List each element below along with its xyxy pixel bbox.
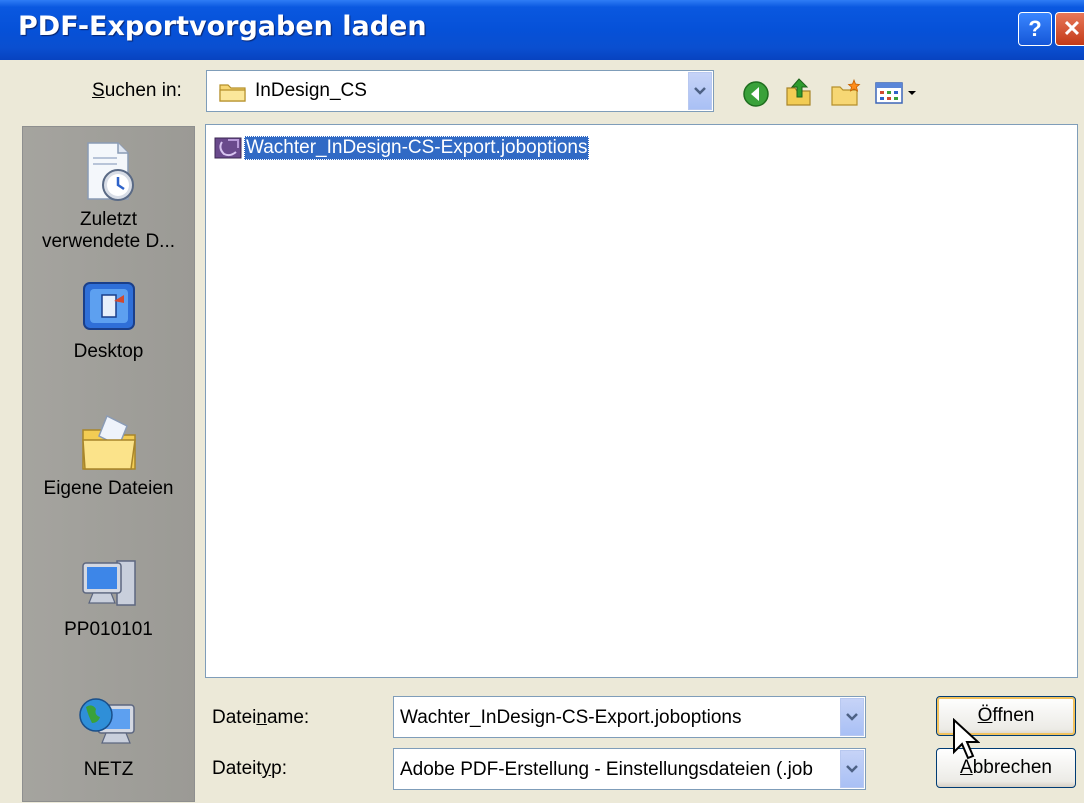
place-label: Desktop bbox=[73, 341, 144, 362]
place-label: Zuletzt bbox=[79, 209, 138, 230]
filetype-label: Dateityp: bbox=[212, 758, 287, 779]
file-open-dialog: PDF-Exportvorgaben laden ? ✕ Suchen in: … bbox=[0, 0, 1084, 803]
filetype-value: Adobe PDF-Erstellung - Einstellungsdatei… bbox=[400, 759, 813, 780]
filetype-dropdown-arrow[interactable] bbox=[840, 750, 864, 788]
place-label: NETZ bbox=[83, 759, 134, 780]
view-menu-icon[interactable] bbox=[874, 80, 920, 106]
close-icon: ✕ bbox=[1062, 16, 1082, 41]
new-folder-icon[interactable] bbox=[830, 78, 862, 108]
my-documents-icon bbox=[81, 414, 136, 470]
filename-input[interactable]: Wachter_InDesign-CS-Export.joboptions bbox=[400, 707, 741, 729]
window-title: PDF-Exportvorgaben laden bbox=[18, 11, 427, 42]
chevron-down-icon bbox=[846, 713, 858, 721]
list-item[interactable]: Wachter_InDesign-CS-Export.joboptions bbox=[214, 135, 590, 161]
file-list[interactable]: Wachter_InDesign-CS-Export.joboptions bbox=[205, 124, 1078, 678]
help-button[interactable]: ? bbox=[1018, 12, 1052, 46]
back-icon[interactable] bbox=[742, 80, 770, 108]
place-label: verwendete D... bbox=[41, 231, 176, 252]
desktop-icon bbox=[82, 282, 135, 330]
place-my-documents[interactable]: Eigene Dateien bbox=[23, 412, 194, 500]
filetype-dropdown[interactable]: Adobe PDF-Erstellung - Einstellungsdatei… bbox=[393, 748, 866, 790]
my-computer-icon bbox=[81, 560, 136, 606]
look-in-label: Suchen in: bbox=[92, 80, 182, 101]
chevron-down-icon bbox=[846, 765, 858, 773]
look-in-value: InDesign_CS bbox=[255, 80, 367, 101]
look-in-dropdown-arrow[interactable] bbox=[688, 72, 712, 110]
mouse-cursor-icon bbox=[953, 718, 980, 760]
joboptions-file-icon bbox=[214, 137, 242, 159]
file-name: Wachter_InDesign-CS-Export.joboptions bbox=[244, 136, 590, 160]
filename-dropdown-arrow[interactable] bbox=[840, 698, 864, 736]
close-button[interactable]: ✕ bbox=[1055, 12, 1084, 46]
title-bar[interactable]: PDF-Exportvorgaben laden ? ✕ bbox=[0, 0, 1084, 60]
look-in-dropdown[interactable]: InDesign_CS bbox=[206, 70, 714, 112]
network-icon bbox=[78, 698, 135, 744]
recent-documents-icon bbox=[86, 142, 134, 201]
place-label: PP010101 bbox=[64, 619, 153, 640]
chevron-down-icon bbox=[694, 87, 706, 95]
place-recent[interactable]: Zuletzt verwendete D... bbox=[23, 139, 194, 253]
help-icon: ? bbox=[1028, 16, 1042, 41]
places-bar: Zuletzt verwendete D... Desktop Eigene D… bbox=[22, 126, 195, 802]
filename-combo[interactable]: Wachter_InDesign-CS-Export.joboptions bbox=[393, 696, 866, 738]
place-label: Eigene Dateien bbox=[43, 478, 174, 499]
folder-icon bbox=[219, 84, 246, 102]
place-my-computer[interactable]: PP010101 bbox=[23, 555, 194, 641]
place-network[interactable]: NETZ bbox=[23, 693, 194, 781]
filename-label: Dateiname: bbox=[212, 707, 310, 728]
place-desktop[interactable]: Desktop bbox=[23, 279, 194, 363]
up-folder-icon[interactable] bbox=[784, 76, 814, 108]
